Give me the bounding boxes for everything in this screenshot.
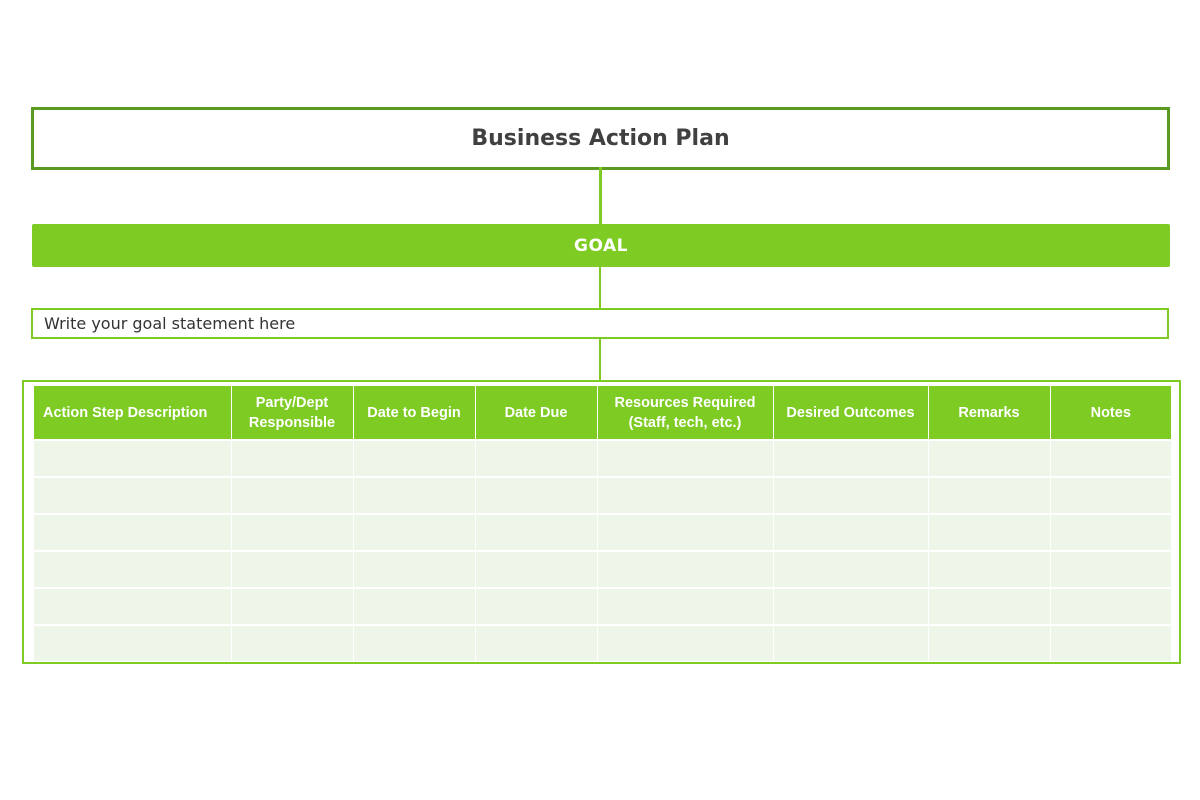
table-cell[interactable] xyxy=(597,439,774,477)
table-cell[interactable] xyxy=(928,439,1051,477)
table-cell[interactable] xyxy=(34,550,232,588)
table-cell[interactable] xyxy=(231,587,354,625)
title-box: Business Action Plan xyxy=(31,107,1170,170)
table-cell[interactable] xyxy=(353,550,476,588)
table-cell[interactable] xyxy=(34,476,232,514)
table-cell[interactable] xyxy=(231,550,354,588)
table-cell[interactable] xyxy=(231,439,354,477)
goal-bar: GOAL xyxy=(32,224,1170,267)
table-cell[interactable] xyxy=(928,624,1051,661)
header-notes: Notes xyxy=(1050,386,1171,440)
table-cell[interactable] xyxy=(475,624,598,661)
table-cell[interactable] xyxy=(773,587,929,625)
header-resources-required-text: Resources Required (Staff, tech, etc.) xyxy=(614,394,756,431)
table-cell[interactable] xyxy=(1050,550,1171,588)
table-cell[interactable] xyxy=(1050,439,1171,477)
table-row xyxy=(34,550,1171,588)
table-cell[interactable] xyxy=(475,550,598,588)
action-plan-table: Action Step Description Party/Dept Respo… xyxy=(34,386,1171,661)
table-cell[interactable] xyxy=(773,550,929,588)
table-cell[interactable] xyxy=(597,550,774,588)
table-cell[interactable] xyxy=(231,624,354,661)
table-cell[interactable] xyxy=(475,439,598,477)
table-row xyxy=(34,439,1171,477)
header-party-dept-responsible: Party/Dept Responsible xyxy=(231,386,354,440)
table-row xyxy=(34,513,1171,551)
connector-goal-statement xyxy=(599,267,601,308)
header-party-dept-responsible-text: Party/Dept Responsible xyxy=(248,394,336,431)
table-cell[interactable] xyxy=(353,476,476,514)
table-cell[interactable] xyxy=(353,587,476,625)
table-cell[interactable] xyxy=(1050,476,1171,514)
connector-title-goal xyxy=(599,167,602,224)
header-desired-outcomes: Desired Outcomes xyxy=(773,386,929,440)
table-cell[interactable] xyxy=(928,587,1051,625)
connector-statement-table xyxy=(599,338,601,380)
table-cell[interactable] xyxy=(475,587,598,625)
table-cell[interactable] xyxy=(475,513,598,551)
action-table-frame: Action Step Description Party/Dept Respo… xyxy=(22,380,1181,664)
header-remarks: Remarks xyxy=(928,386,1051,440)
header-action-step-description: Action Step Description xyxy=(34,386,232,440)
table-cell[interactable] xyxy=(928,513,1051,551)
table-cell[interactable] xyxy=(597,624,774,661)
table-cell[interactable] xyxy=(773,439,929,477)
header-resources-required: Resources Required (Staff, tech, etc.) xyxy=(597,386,774,440)
table-cell[interactable] xyxy=(597,587,774,625)
table-cell[interactable] xyxy=(1050,587,1171,625)
table-body xyxy=(34,439,1171,661)
table-cell[interactable] xyxy=(353,624,476,661)
goal-statement-field[interactable]: Write your goal statement here xyxy=(31,308,1169,339)
table-cell[interactable] xyxy=(231,476,354,514)
goal-label: GOAL xyxy=(574,235,628,256)
page-title: Business Action Plan xyxy=(471,126,730,151)
table-cell[interactable] xyxy=(928,476,1051,514)
table-cell[interactable] xyxy=(773,476,929,514)
table-cell[interactable] xyxy=(231,513,354,551)
table-cell[interactable] xyxy=(1050,624,1171,661)
table-cell[interactable] xyxy=(597,513,774,551)
table-row xyxy=(34,476,1171,514)
header-date-to-begin: Date to Begin xyxy=(353,386,476,440)
table-cell[interactable] xyxy=(34,624,232,661)
table-cell[interactable] xyxy=(1050,513,1171,551)
goal-statement-text: Write your goal statement here xyxy=(44,314,296,333)
table-row xyxy=(34,624,1171,661)
table-cell[interactable] xyxy=(353,439,476,477)
table-cell[interactable] xyxy=(475,476,598,514)
table-header-row: Action Step Description Party/Dept Respo… xyxy=(34,386,1171,440)
table-cell[interactable] xyxy=(34,513,232,551)
header-date-due: Date Due xyxy=(475,386,598,440)
table-row xyxy=(34,587,1171,625)
table-cell[interactable] xyxy=(773,513,929,551)
table-cell[interactable] xyxy=(353,513,476,551)
table-cell[interactable] xyxy=(773,624,929,661)
table-cell[interactable] xyxy=(34,587,232,625)
table-cell[interactable] xyxy=(34,439,232,477)
table-cell[interactable] xyxy=(928,550,1051,588)
table-cell[interactable] xyxy=(597,476,774,514)
